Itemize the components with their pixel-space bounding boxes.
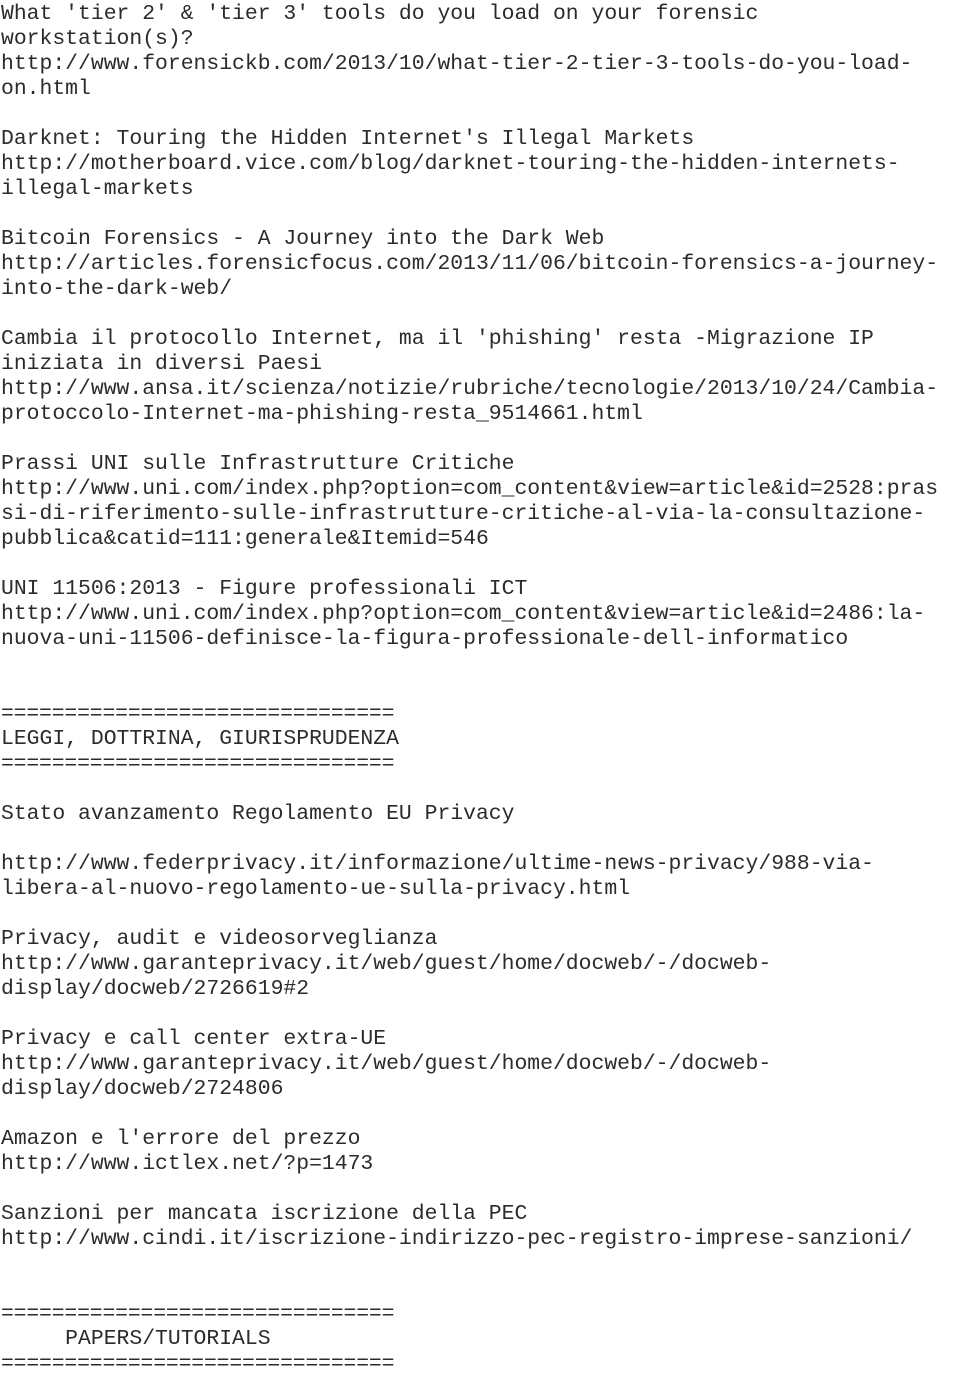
entry-title-line: workstation(s)?: [1, 27, 194, 51]
entry-url-line[interactable]: display/docweb/2726619#2: [1, 977, 960, 1002]
entry-url-line[interactable]: display/docweb/2724806: [1, 1077, 960, 1102]
entry-url-line[interactable]: http://www.garanteprivacy.it/web/guest/h…: [1, 952, 960, 977]
section-heading: PAPERS/TUTORIALS: [1, 1327, 271, 1351]
entry-url-line[interactable]: protoccolo-Internet-ma-phishing-resta_95…: [1, 402, 960, 427]
entry-title-line: Amazon e l'errore del prezzo: [1, 1127, 361, 1151]
entry-url-line[interactable]: libera-al-nuovo-regolamento-ue-sulla-pri…: [1, 877, 960, 902]
entry-url-line[interactable]: http://www.forensickb.com/2013/10/what-t…: [1, 52, 960, 77]
entry-title-line: iniziata in diversi Paesi: [1, 352, 322, 376]
entry-url-line[interactable]: http://www.garanteprivacy.it/web/guest/h…: [1, 1052, 960, 1077]
entry-url-line[interactable]: http://www.uni.com/index.php?option=com_…: [1, 477, 960, 502]
entry-title-line: Cambia il protocollo Internet, ma il 'ph…: [1, 327, 874, 351]
entry-url-line[interactable]: http://www.ansa.it/scienza/notizie/rubri…: [1, 377, 960, 402]
section-separator: ===============================: [1, 752, 395, 776]
entry-url-line[interactable]: into-the-dark-web/: [1, 277, 960, 302]
document-body: What 'tier 2' & 'tier 3' tools do you lo…: [0, 0, 960, 1377]
entry-url-line[interactable]: on.html: [1, 77, 960, 102]
entry-title-line: Stato avanzamento Regolamento EU Privacy: [1, 802, 515, 826]
entry-title-line: Bitcoin Forensics - A Journey into the D…: [1, 227, 605, 251]
entry-url-line[interactable]: illegal-markets: [1, 177, 960, 202]
entry-title-line: What 'tier 2' & 'tier 3' tools do you lo…: [1, 2, 759, 26]
section-separator: ===============================: [1, 702, 395, 726]
section-separator: ===============================: [1, 1352, 395, 1376]
entry-url-line[interactable]: pubblica&catid=111:generale&Itemid=546: [1, 527, 960, 552]
entry-url-line[interactable]: http://www.ictlex.net/?p=1473: [1, 1152, 960, 1177]
section-heading: LEGGI, DOTTRINA, GIURISPRUDENZA: [1, 727, 399, 751]
entry-url-line[interactable]: http://motherboard.vice.com/blog/darknet…: [1, 152, 960, 177]
entry-url-line[interactable]: http://www.uni.com/index.php?option=com_…: [1, 602, 960, 627]
section-separator: ===============================: [1, 1302, 395, 1326]
entry-title-line: Prassi UNI sulle Infrastrutture Critiche: [1, 452, 515, 476]
entry-title-line: Privacy, audit e videosorveglianza: [1, 927, 438, 951]
entry-title-line: Darknet: Touring the Hidden Internet's I…: [1, 127, 695, 151]
entry-url-line[interactable]: http://articles.forensicfocus.com/2013/1…: [1, 252, 960, 277]
entry-url-line[interactable]: http://www.cindi.it/iscrizione-indirizzo…: [1, 1227, 960, 1252]
entry-url-line[interactable]: nuova-uni-11506-definisce-la-figura-prof…: [1, 627, 960, 652]
entry-title-line: Privacy e call center extra-UE: [1, 1027, 387, 1051]
entry-url-line[interactable]: http://www.federprivacy.it/informazione/…: [1, 852, 960, 877]
entry-title-line: UNI 11506:2013 - Figure professionali IC…: [1, 577, 528, 601]
entry-url-line[interactable]: si-di-riferimento-sulle-infrastrutture-c…: [1, 502, 960, 527]
entry-title-line: Sanzioni per mancata iscrizione della PE…: [1, 1202, 528, 1226]
